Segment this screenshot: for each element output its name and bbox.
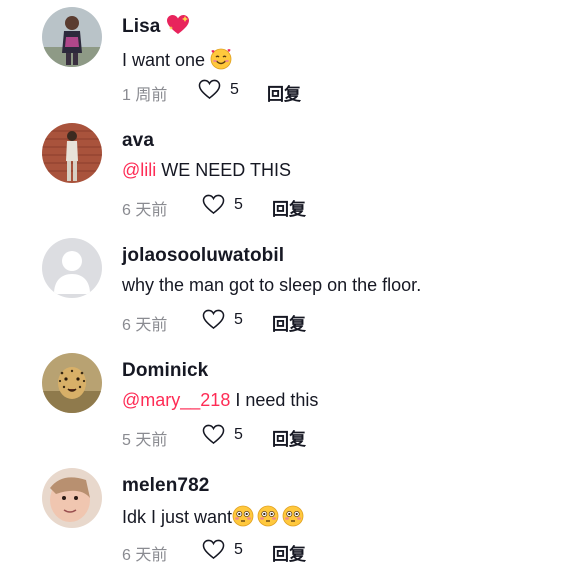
flushed-face-icon: [282, 505, 304, 527]
flushed-face-icon: [232, 505, 254, 527]
comment-time: 6 天前: [122, 317, 168, 334]
comment-text: Idk I just want: [122, 505, 304, 528]
comment-text: @mary__218 I need this: [122, 390, 319, 410]
comment-text: why the man got to sleep on the floor.: [122, 275, 422, 295]
comment-time: 1 周前: [122, 87, 168, 104]
reply-button[interactable]: 回复: [272, 310, 306, 335]
like-count: 5: [234, 310, 243, 328]
comment-text: I want one: [122, 48, 232, 71]
reply-button[interactable]: 回复: [272, 195, 306, 220]
username[interactable]: melen782: [122, 475, 209, 497]
avatar[interactable]: [42, 238, 102, 298]
like-count: 5: [230, 80, 239, 98]
comment-item: Lisa I want one 1 周前 5 回复: [0, 5, 571, 115]
reply-button[interactable]: 回复: [272, 425, 306, 450]
mention-link[interactable]: @lili: [122, 160, 156, 180]
heart-icon: [198, 79, 221, 100]
sparkling-heart-icon: [166, 14, 190, 36]
avatar[interactable]: [42, 353, 102, 413]
reply-button[interactable]: 回复: [272, 540, 306, 565]
like-button[interactable]: 5: [202, 194, 243, 215]
comment-item: melen782 Idk I just want 6 天前 5 回复: [0, 465, 571, 575]
avatar[interactable]: [42, 123, 102, 183]
heart-icon: [202, 309, 225, 330]
like-count: 5: [234, 540, 243, 558]
comment-item: Dominick @mary__218 I need this 5 天前 5 回…: [0, 350, 571, 460]
avatar[interactable]: [42, 468, 102, 528]
comment-item: ava @lili WE NEED THIS 6 天前 5 回复: [0, 120, 571, 230]
like-count: 5: [234, 425, 243, 443]
mention-link[interactable]: @mary__218: [122, 390, 230, 410]
smiling-face-with-hearts-icon: [210, 48, 232, 70]
username[interactable]: jolaosooluwatobil: [122, 245, 284, 267]
like-button[interactable]: 5: [202, 424, 243, 445]
heart-icon: [202, 194, 225, 215]
heart-icon: [202, 539, 225, 560]
like-button[interactable]: 5: [198, 79, 239, 100]
username[interactable]: ava: [122, 130, 154, 152]
comment-time: 5 天前: [122, 432, 168, 449]
like-button[interactable]: 5: [202, 539, 243, 560]
reply-button[interactable]: 回复: [267, 80, 301, 105]
avatar[interactable]: [42, 7, 102, 67]
like-count: 5: [234, 195, 243, 213]
like-button[interactable]: 5: [202, 309, 243, 330]
comment-time: 6 天前: [122, 547, 168, 564]
comment-time: 6 天前: [122, 202, 168, 219]
username[interactable]: Dominick: [122, 360, 208, 382]
comment-text: @lili WE NEED THIS: [122, 160, 291, 180]
comment-item: jolaosooluwatobil why the man got to sle…: [0, 235, 571, 345]
flushed-face-icon: [257, 505, 279, 527]
heart-icon: [202, 424, 225, 445]
username[interactable]: Lisa: [122, 14, 190, 38]
